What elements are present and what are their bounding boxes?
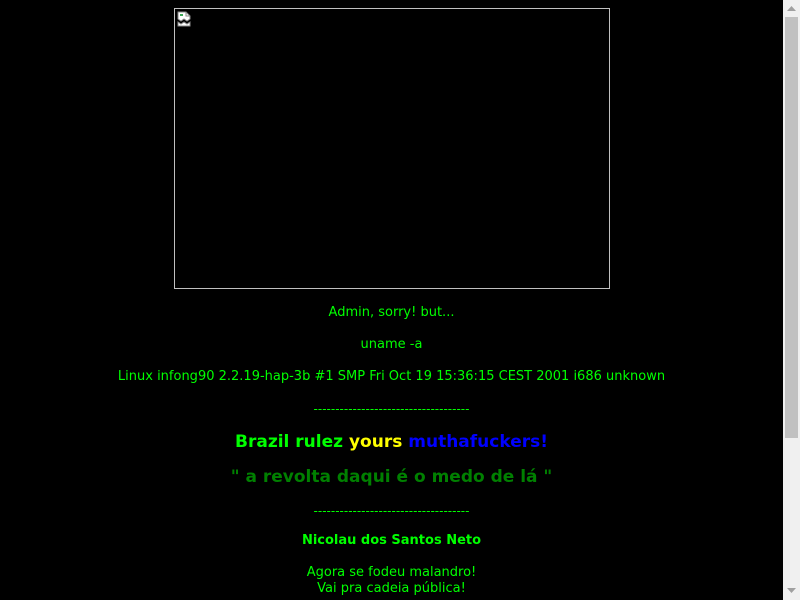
admin-apology-text: Admin, sorry! but...: [328, 305, 455, 320]
slogan-part-blue: muthafuckers!: [408, 432, 548, 452]
uname-command-text: uname -a: [360, 337, 423, 352]
quote-text: " a revolta daqui é o medo de lá ": [230, 467, 553, 487]
slogan-part-green: Brazil rulez: [235, 432, 344, 452]
browser-viewport: Admin, sorry! but... uname -a Linux info…: [0, 0, 800, 600]
divider-bottom: ------------------------------------: [313, 504, 470, 518]
closing-line-1: Agora se fodeu malandro!: [306, 565, 477, 580]
chevron-down-icon: [787, 588, 796, 593]
divider-top: ------------------------------------: [313, 402, 470, 416]
slogan-heading: Brazil rulez yours muthafuckers!: [0, 432, 783, 452]
chevron-up-icon: [787, 6, 796, 11]
vertical-scrollbar[interactable]: [783, 0, 800, 600]
author-name: Nicolau dos Santos Neto: [301, 533, 482, 548]
slogan-part-yellow: yours: [348, 432, 403, 452]
broken-image-icon: [177, 11, 191, 27]
closing-line-2: Vai pra cadeia pública!: [317, 581, 466, 596]
scroll-up-button[interactable]: [783, 0, 800, 17]
scrollbar-thumb[interactable]: [785, 17, 798, 438]
uname-output-text: Linux infong90 2.2.19-hap-3b #1 SMP Fri …: [117, 369, 666, 384]
page-content: Admin, sorry! but... uname -a Linux info…: [0, 0, 783, 600]
scroll-down-button[interactable]: [783, 583, 800, 600]
header-image: [174, 8, 610, 289]
